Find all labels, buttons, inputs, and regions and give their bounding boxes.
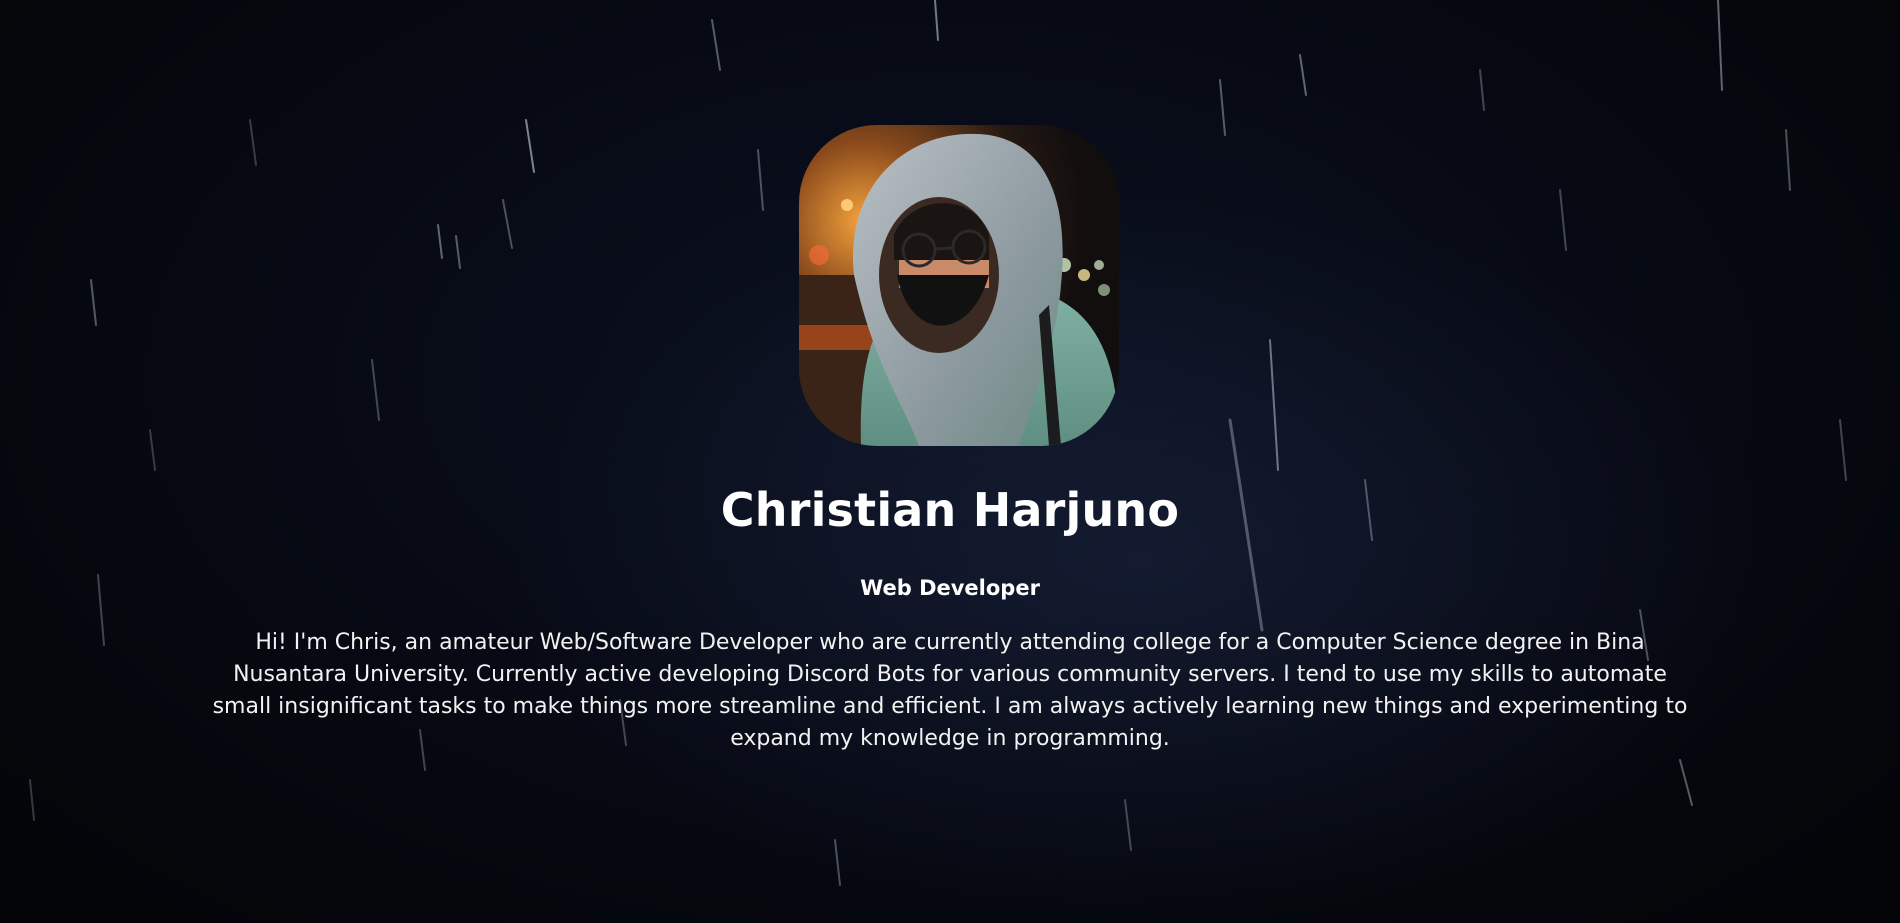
profile-bio: Hi! I'm Chris, an amateur Web/Software D… bbox=[212, 630, 1688, 751]
profile-photo bbox=[799, 125, 1119, 446]
page-root: Christian Harjuno Web Developer Hi! I'm … bbox=[0, 0, 1900, 923]
profile-section: Christian Harjuno Web Developer Hi! I'm … bbox=[0, 0, 1900, 923]
profile-role: Web Developer bbox=[860, 576, 1040, 600]
profile-name: Christian Harjuno bbox=[720, 483, 1180, 537]
